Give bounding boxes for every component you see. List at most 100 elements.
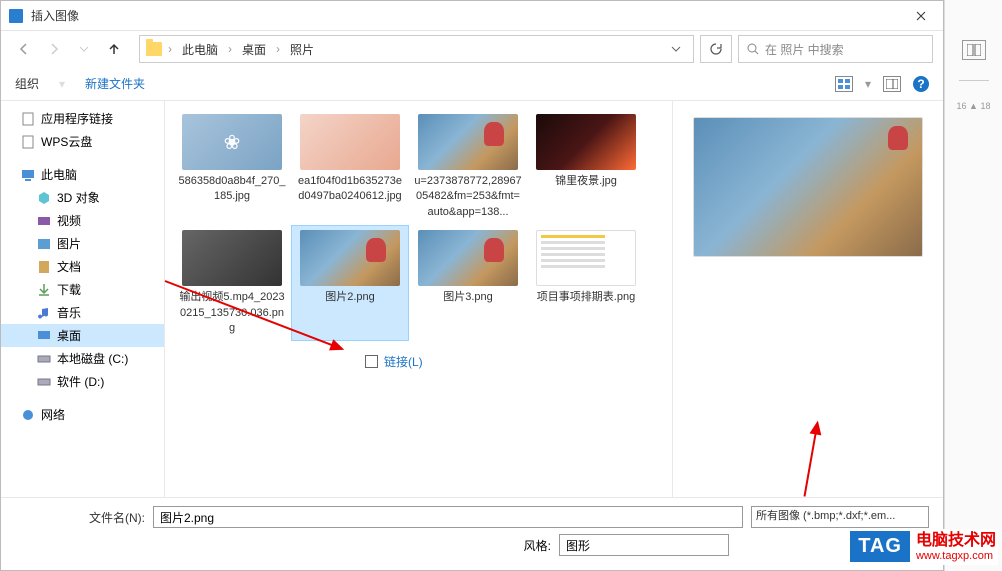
watermark-url: www.tagxp.com	[916, 550, 996, 563]
file-name: 输出视频5.mp4_20230215_135730.036.png	[178, 290, 286, 336]
doc-icon	[21, 135, 35, 149]
help-button[interactable]: ?	[913, 76, 929, 92]
file-name: ea1f04f0d1b635273ed0497ba0240612.jpg	[296, 174, 404, 205]
crumb-sep-icon: ›	[168, 42, 172, 56]
recent-dropdown[interactable]	[71, 36, 97, 62]
sidebar-item-label: 此电脑	[41, 166, 77, 183]
net-icon	[21, 408, 35, 422]
style-label: 风格:	[524, 537, 551, 554]
app-icon	[9, 9, 23, 23]
file-thumbnail	[300, 114, 400, 170]
sidebar-item-11[interactable]: 软件 (D:)	[1, 370, 164, 393]
docs-icon	[37, 260, 51, 274]
file-item[interactable]: 586358d0a8b4f_270_185.jpg	[173, 109, 291, 225]
right-toolbar: 16 ▲ 18	[944, 0, 1002, 571]
forward-button[interactable]	[41, 36, 67, 62]
sidebar: 应用程序链接WPS云盘此电脑 3D 对象视频图片文档下载音乐桌面本地磁盘 (C:)…	[1, 101, 165, 497]
view-mode-button[interactable]	[835, 76, 853, 92]
filename-input[interactable]	[153, 506, 743, 528]
file-item[interactable]: u=2373878772,2896705482&fm=253&fmt=auto&…	[409, 109, 527, 225]
sidebar-item-10[interactable]: 本地磁盘 (C:)	[1, 347, 164, 370]
toolbar: 组织 ▾ 新建文件夹 ▾ ?	[1, 67, 943, 101]
separator: ▾	[59, 77, 65, 91]
watermark-title: 电脑技术网	[916, 531, 996, 550]
music-icon	[37, 306, 51, 320]
pic-icon	[37, 237, 51, 251]
search-input[interactable]: 在 照片 中搜索	[738, 35, 933, 63]
back-button[interactable]	[11, 36, 37, 62]
file-dialog: 插入图像 › 此电脑 › 桌面 › 照片 在 照片 中搜索 组织 ▾ 新建文件夹	[0, 0, 944, 571]
file-name: 锦里夜景.jpg	[555, 174, 617, 189]
sidebar-item-5[interactable]: 图片	[1, 232, 164, 255]
file-item[interactable]: 图片3.png	[409, 225, 527, 341]
sidebar-item-label: 文档	[57, 258, 81, 275]
search-placeholder: 在 照片 中搜索	[765, 41, 844, 58]
new-folder-button[interactable]: 新建文件夹	[85, 75, 145, 92]
disk-icon	[37, 352, 51, 366]
pc-icon	[21, 168, 35, 182]
file-name: 图片3.png	[443, 290, 493, 305]
file-name: 项目事项排期表.png	[537, 290, 635, 305]
filename-label: 文件名(N):	[15, 509, 145, 526]
file-item[interactable]: ea1f04f0d1b635273ed0497ba0240612.jpg	[291, 109, 409, 225]
disk-icon	[37, 375, 51, 389]
sidebar-item-label: 桌面	[57, 327, 81, 344]
breadcrumb[interactable]: 照片	[286, 39, 318, 60]
sidebar-item-label: 下载	[57, 281, 81, 298]
sidebar-item-6[interactable]: 文档	[1, 255, 164, 278]
file-name: 图片2.png	[325, 290, 375, 305]
sidebar-item-12[interactable]: 网络	[1, 403, 164, 426]
filetype-select[interactable]: 所有图像 (*.bmp;*.dxf;*.em...	[751, 506, 929, 528]
breadcrumb[interactable]: 桌面	[238, 39, 270, 60]
body-area: 应用程序链接WPS云盘此电脑 3D 对象视频图片文档下载音乐桌面本地磁盘 (C:)…	[1, 101, 943, 497]
file-item[interactable]: 项目事项排期表.png	[527, 225, 645, 341]
sidebar-item-label: 图片	[57, 235, 81, 252]
file-item[interactable]: 锦里夜景.jpg	[527, 109, 645, 225]
address-dropdown-icon[interactable]	[665, 46, 687, 52]
watermark: TAG 电脑技术网 www.tagxp.com	[848, 529, 998, 565]
sidebar-item-0[interactable]: 应用程序链接	[1, 107, 164, 130]
sidebar-item-4[interactable]: 视频	[1, 209, 164, 232]
refresh-button[interactable]	[700, 35, 732, 63]
sidebar-item-label: 视频	[57, 212, 81, 229]
preview-pane-button[interactable]	[883, 76, 901, 92]
link-label[interactable]: 链接(L)	[384, 353, 423, 370]
bottom-area: 文件名(N): 所有图像 (*.bmp;*.dxf;*.em... 风格:	[1, 497, 943, 570]
style-select[interactable]	[559, 534, 729, 556]
sidebar-item-2[interactable]: 此电脑	[1, 163, 164, 186]
sidebar-item-label: 本地磁盘 (C:)	[57, 350, 128, 367]
sidebar-item-label: 软件 (D:)	[57, 373, 104, 390]
file-name: 586358d0a8b4f_270_185.jpg	[178, 174, 286, 205]
sidebar-item-3[interactable]: 3D 对象	[1, 186, 164, 209]
link-checkbox[interactable]	[365, 355, 378, 368]
file-thumbnail	[536, 230, 636, 286]
sidebar-item-1[interactable]: WPS云盘	[1, 130, 164, 153]
up-button[interactable]	[101, 36, 127, 62]
organize-button[interactable]: 组织	[15, 75, 39, 92]
sidebar-item-label: 网络	[41, 406, 65, 423]
desktop-icon	[37, 329, 51, 343]
file-name: u=2373878772,2896705482&fm=253&fmt=auto&…	[414, 174, 522, 220]
panel-icon[interactable]	[962, 40, 986, 60]
close-button[interactable]	[899, 1, 943, 31]
file-thumbnail	[182, 114, 282, 170]
breadcrumb[interactable]: 此电脑	[178, 39, 222, 60]
view-dropdown-icon[interactable]: ▾	[865, 77, 871, 91]
ruler-mark: 16 ▲ 18	[957, 101, 991, 111]
search-icon	[747, 43, 759, 55]
nav-row: › 此电脑 › 桌面 › 照片 在 照片 中搜索	[1, 31, 943, 67]
file-grid[interactable]: 586358d0a8b4f_270_185.jpg ea1f04f0d1b6352…	[165, 101, 673, 497]
file-thumbnail	[300, 230, 400, 286]
preview-image	[693, 117, 923, 257]
crumb-sep-icon: ›	[228, 42, 232, 56]
doc-icon	[21, 112, 35, 126]
sidebar-item-8[interactable]: 音乐	[1, 301, 164, 324]
link-checkbox-row: 链接(L)	[165, 349, 672, 374]
file-thumbnail	[182, 230, 282, 286]
address-bar[interactable]: › 此电脑 › 桌面 › 照片	[139, 35, 694, 63]
file-item[interactable]: 图片2.png	[291, 225, 409, 341]
watermark-badge: TAG	[850, 531, 910, 562]
preview-pane	[673, 101, 943, 497]
sidebar-item-7[interactable]: 下载	[1, 278, 164, 301]
sidebar-item-9[interactable]: 桌面	[1, 324, 164, 347]
